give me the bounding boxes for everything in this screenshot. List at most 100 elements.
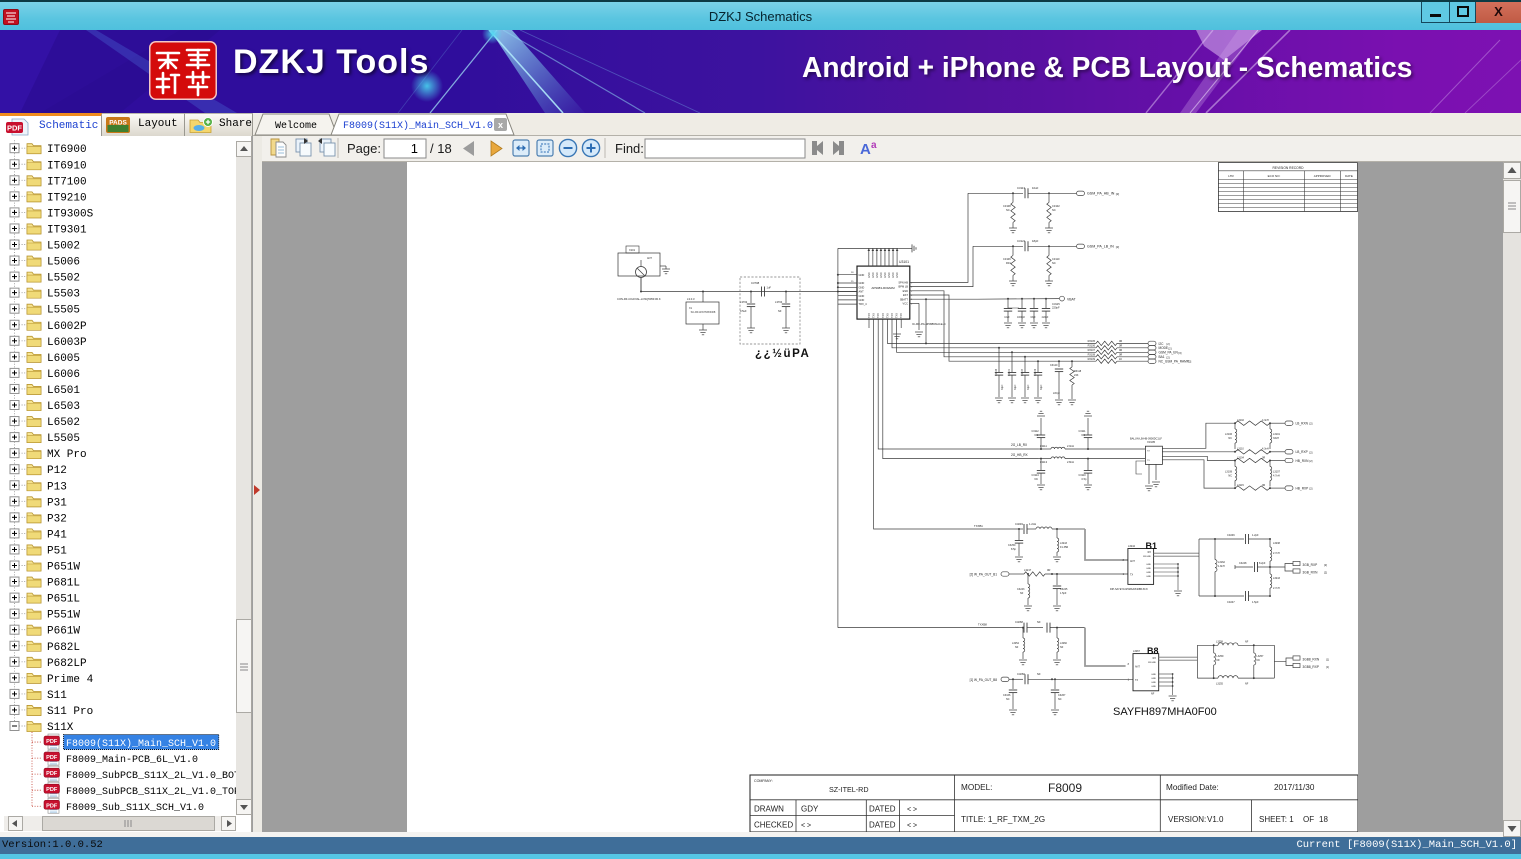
svg-text:NF: NF xyxy=(778,309,782,313)
svg-text:U3101: U3101 xyxy=(899,260,909,264)
svg-text:P12: P12 xyxy=(47,465,67,477)
svg-text:24K: 24K xyxy=(1074,374,1079,377)
svg-text:X101: X101 xyxy=(629,248,636,252)
svg-text:NF: NF xyxy=(1151,693,1155,696)
svg-text:GND: GND xyxy=(880,272,883,278)
svg-text:GND: GND xyxy=(1146,572,1151,574)
svg-text:NF: NF xyxy=(1245,641,1249,644)
svg-text:[1]: [1] xyxy=(1326,658,1329,662)
svg-text:GSM_PA_LB_IN: GSM_PA_LB_IN xyxy=(1087,245,1114,249)
svg-text:1uF: 1uF xyxy=(767,286,772,290)
svg-text:0R: 0R xyxy=(1119,354,1122,357)
svg-text:TXB: TXB xyxy=(877,313,880,318)
svg-text:1.5pF: 1.5pF xyxy=(1252,600,1259,604)
svg-text:2.8nH: 2.8nH xyxy=(1067,460,1074,464)
svg-text:TX: TX xyxy=(1135,679,1138,682)
svg-text:2.0nH: 2.0nH xyxy=(1067,444,1074,448)
svg-text:TXB: TXB xyxy=(873,313,876,318)
svg-text:RX: RX xyxy=(1153,657,1157,660)
svg-text:HB_RXN: HB_RXN xyxy=(1296,459,1310,463)
svg-text:IT9301: IT9301 xyxy=(47,224,87,236)
svg-text:SC-RF-RX3TWON08: SC-RF-RX3TWON08 xyxy=(691,310,716,314)
svg-text:C3267: C3267 xyxy=(1058,694,1066,697)
svg-text:x: x xyxy=(498,120,503,130)
svg-text:8: 8 xyxy=(1128,663,1130,666)
svg-text:ESD: ESD xyxy=(903,289,908,293)
svg-text:2G_LB_RX: 2G_LB_RX xyxy=(1011,443,1028,447)
svg-text:GND: GND xyxy=(859,294,865,298)
svg-text:P51: P51 xyxy=(47,545,67,557)
svg-text:TXXB1: TXXB1 xyxy=(974,524,983,528)
svg-text:33pF: 33pF xyxy=(1027,384,1030,390)
svg-text:C3102: C3102 xyxy=(1052,204,1060,208)
svg-text:NC: NC xyxy=(1035,434,1039,437)
svg-text:1.8nH: 1.8nH xyxy=(1218,565,1225,568)
svg-text:REVISION RECORD: REVISION RECORD xyxy=(1273,166,1305,170)
svg-text:I2C: I2C xyxy=(1159,342,1165,346)
svg-text:GND: GND xyxy=(892,272,895,278)
svg-text:PDF: PDF xyxy=(46,739,58,745)
svg-text:[2]: [2] xyxy=(1324,563,1327,567)
svg-text:SHEET: 1: SHEET: 1 xyxy=(1259,815,1294,824)
svg-text:0R: 0R xyxy=(1262,456,1265,459)
svg-text:R3105: R3105 xyxy=(995,368,998,376)
svg-text:C3260: C3260 xyxy=(1017,672,1025,676)
svg-text:L5002: L5002 xyxy=(47,241,80,253)
svg-text:GDY: GDY xyxy=(801,805,819,814)
svg-text:NC: NC xyxy=(1052,261,1056,265)
svg-text:PADS: PADS xyxy=(109,120,127,127)
svg-text:L3110: L3110 xyxy=(1237,448,1244,451)
svg-text:C3708: C3708 xyxy=(751,281,760,285)
svg-text:R3108: R3108 xyxy=(1088,354,1096,357)
svg-text:L3259: L3259 xyxy=(1217,655,1225,658)
svg-text:[2]: [2] xyxy=(1309,450,1312,454)
svg-text:BA1: BA1 xyxy=(1159,355,1165,359)
svg-text:18: 18 xyxy=(1319,815,1328,824)
svg-text:LTR: LTR xyxy=(1228,174,1234,178)
svg-text:ANT: ANT xyxy=(1130,560,1135,563)
svg-text:L3102: L3102 xyxy=(1237,419,1245,422)
svg-text:L5503: L5503 xyxy=(47,289,80,301)
svg-text:NC: NC xyxy=(1035,478,1039,481)
svg-text:[2]: [2] xyxy=(1116,245,1120,249)
svg-text:IT9300S: IT9300S xyxy=(47,208,94,220)
svg-text:X3105: X3105 xyxy=(1147,440,1156,444)
svg-text:L5505: L5505 xyxy=(47,433,80,445)
svg-text:F8009: F8009 xyxy=(1048,781,1082,795)
svg-text:L3257: L3257 xyxy=(1257,655,1265,658)
svg-text:0R: 0R xyxy=(1262,484,1265,487)
svg-text:C3108: C3108 xyxy=(1003,204,1011,208)
svg-text:CON-RF-COAXIAL-LOSQ5059 #0.K: CON-RF-COAXIAL-LOSQ5059 #0.K xyxy=(617,297,661,301)
svg-text:LB_RXN: LB_RXN xyxy=(1296,422,1309,426)
svg-text:GND: GND xyxy=(1146,568,1151,570)
svg-text:C3250: C3250 xyxy=(1008,544,1016,547)
svg-text:8.2pF: 8.2pF xyxy=(1259,562,1266,565)
svg-text:LB_RXP: LB_RXP xyxy=(1296,450,1308,454)
svg-text:220pF: 220pF xyxy=(1053,392,1060,395)
svg-text:L3260: L3260 xyxy=(1060,642,1068,645)
svg-text:L3107: L3107 xyxy=(1273,471,1281,474)
svg-text:IT7100: IT7100 xyxy=(47,176,87,188)
svg-text:EST: EST xyxy=(903,293,908,297)
svg-text:R3107: R3107 xyxy=(1021,368,1024,376)
svg-text:L3155: L3155 xyxy=(1216,683,1224,686)
svg-text:AP9083-R09A0M: AP9083-R09A0M xyxy=(871,286,895,290)
svg-text:TXB: TXB xyxy=(868,313,871,318)
svg-text:GND: GND xyxy=(859,273,865,277)
svg-text:0.5uF: 0.5uF xyxy=(740,309,747,313)
svg-text:R3115: R3115 xyxy=(1008,368,1011,376)
svg-text:NF: NF xyxy=(1037,672,1041,676)
svg-text:MX Pro: MX Pro xyxy=(47,449,87,461)
svg-text:C3113: C3113 xyxy=(1017,186,1025,190)
svg-text:4.3nH: 4.3nH xyxy=(1262,419,1269,422)
svg-text:L6002P: L6002P xyxy=(47,321,87,333)
svg-text:L3244: L3244 xyxy=(1128,545,1136,548)
svg-text:RX: RX xyxy=(1148,551,1152,554)
svg-text:PDF: PDF xyxy=(46,771,58,777)
svg-text:L6006: L6006 xyxy=(47,369,80,381)
svg-text:L6003P: L6003P xyxy=(47,337,87,349)
svg-text:0.5p: 0.5p xyxy=(1082,478,1087,481)
svg-text:1.2pF: 1.2pF xyxy=(1252,533,1259,537)
svg-text:S11: S11 xyxy=(47,690,67,702)
svg-text:DIP-SAYEY1025MA/F8408B #0.8: DIP-SAYEY1025MA/F8408B #0.8 xyxy=(1110,588,1148,591)
